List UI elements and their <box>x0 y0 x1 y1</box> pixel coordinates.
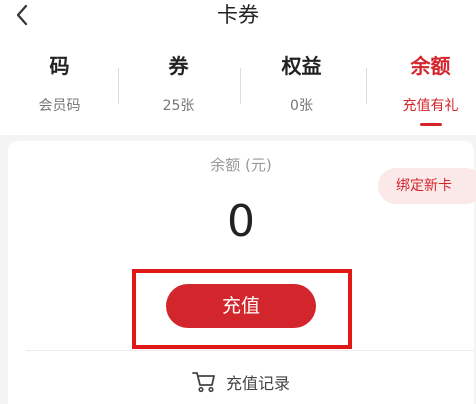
balance-card: 余额 (元) 绑定新卡 0 充值 充值记录 <box>8 141 476 404</box>
recharge-record-link[interactable]: 充值记录 <box>8 367 474 397</box>
recharge-button[interactable]: 充值 <box>166 284 316 328</box>
divider <box>26 350 474 351</box>
tab-bar: 码 会员码 券 25张 权益 0张 余额 充值有礼 <box>0 48 476 128</box>
tab-subtitle: 会员码 <box>38 98 81 114</box>
recharge-record-label: 充值记录 <box>225 374 290 393</box>
top-bar: 卡券 码 会员码 券 25张 权益 0张 余额 充值有礼 <box>0 0 476 135</box>
tab-divider <box>240 68 241 104</box>
tab-balance[interactable]: 余额 充值有礼 <box>371 48 476 128</box>
tab-divider <box>366 68 367 104</box>
cart-icon <box>192 372 215 393</box>
tab-subtitle: 25张 <box>162 98 195 114</box>
tab-title: 券 <box>168 54 189 78</box>
tab-title: 余额 <box>410 54 451 78</box>
tab-coupons[interactable]: 券 25张 <box>119 48 238 128</box>
tab-subtitle: 充值有礼 <box>402 98 459 114</box>
tab-subtitle: 0张 <box>290 98 313 114</box>
tab-benefits[interactable]: 权益 0张 <box>242 48 361 128</box>
balance-value: 0 <box>227 196 255 247</box>
tab-title: 权益 <box>281 54 322 78</box>
active-tab-indicator <box>420 123 442 126</box>
tab-title: 码 <box>49 54 70 78</box>
tab-member-code[interactable]: 码 会员码 <box>0 48 119 128</box>
page-title: 卡券 <box>217 3 259 27</box>
